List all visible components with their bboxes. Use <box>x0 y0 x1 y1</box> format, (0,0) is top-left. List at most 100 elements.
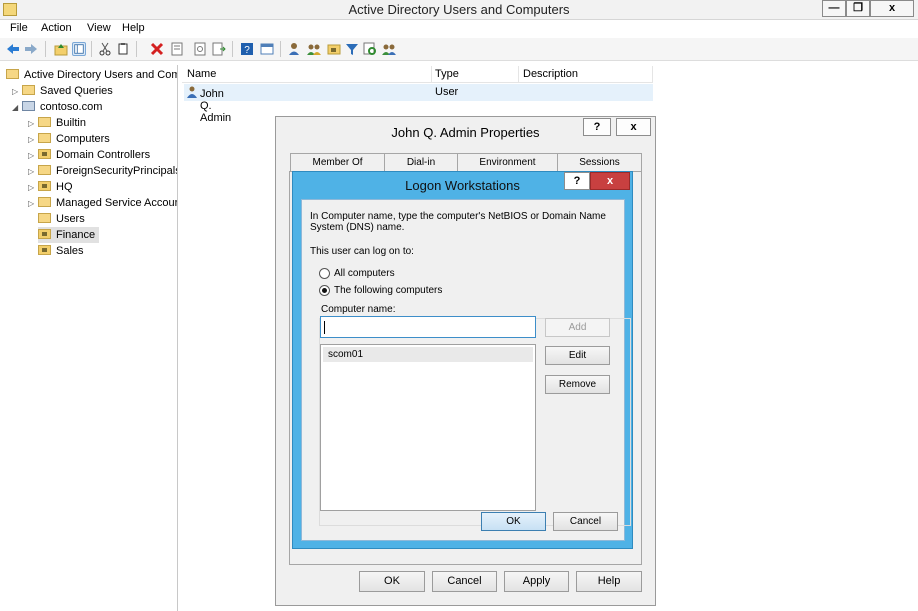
tree-item-managed-service-accounts[interactable]: ▷ Managed Service Accour <box>28 195 177 212</box>
tab-member-of[interactable]: Member Of <box>290 153 385 171</box>
console-tree: Active Directory Users and Com ▷ Saved Qu… <box>2 65 178 611</box>
properties-icon[interactable] <box>170 42 184 56</box>
column-header-description[interactable]: Description <box>523 68 578 80</box>
expand-arrow-icon[interactable]: ▷ <box>12 84 22 100</box>
folder-icon <box>22 85 35 95</box>
new-user-icon[interactable] <box>288 42 302 56</box>
list-item[interactable]: scom01 <box>323 347 533 362</box>
minimize-button[interactable]: — <box>822 0 846 17</box>
menu-view[interactable]: View <box>87 22 111 34</box>
add-to-group-icon[interactable] <box>382 42 396 56</box>
window-title: Active Directory Users and Computers <box>348 2 570 17</box>
radio-all-computers[interactable] <box>319 268 330 279</box>
ou-icon <box>38 149 51 159</box>
expand-arrow-icon[interactable]: ▷ <box>28 164 38 180</box>
tab-sessions[interactable]: Sessions <box>557 153 642 171</box>
properties-close-button[interactable]: x <box>616 118 651 136</box>
radio-all-computers-label[interactable]: All computers <box>334 268 395 279</box>
cut-icon[interactable] <box>98 42 112 56</box>
properties-ok-button[interactable]: OK <box>359 571 425 592</box>
close-button[interactable]: x <box>870 0 914 17</box>
column-header-name[interactable]: Name <box>187 68 216 80</box>
properties-apply-button[interactable]: Apply <box>504 571 569 592</box>
help-icon[interactable]: ? <box>240 42 254 56</box>
tree-item-hq[interactable]: ▷ HQ <box>28 179 73 195</box>
tree-item-users[interactable]: Users <box>38 211 85 227</box>
window-titlebar: Active Directory Users and Computers — ❐… <box>0 0 918 20</box>
row-name: John Q. Admin <box>200 88 232 124</box>
folder-icon <box>38 213 51 223</box>
tab-environment[interactable]: Environment <box>457 153 558 171</box>
tree-item-label: Saved Queries <box>40 85 113 97</box>
logon-cancel-button[interactable]: Cancel <box>553 512 618 531</box>
tree-item-label: Builtin <box>56 117 86 129</box>
tree-item-domain-controllers[interactable]: ▷ Domain Controllers <box>28 147 150 163</box>
forward-arrow-icon[interactable] <box>24 42 38 56</box>
tree-item-foreign-security-principals[interactable]: ▷ ForeignSecurityPrincipals <box>28 163 177 180</box>
tree-item-finance[interactable]: Finance <box>38 227 100 243</box>
toolbar-separator <box>91 41 92 57</box>
list-header: Name Type Description <box>182 66 653 83</box>
tree-item-domain[interactable]: ◢ contoso.com <box>12 99 102 115</box>
folder-icon <box>38 165 51 175</box>
logon-ok-button[interactable]: OK <box>481 512 546 531</box>
logon-help-button[interactable]: ? <box>564 172 590 190</box>
tree-item-sales[interactable]: Sales <box>38 243 84 259</box>
tree-item-label: Users <box>56 213 85 225</box>
column-divider[interactable] <box>652 66 653 83</box>
new-ou-icon[interactable] <box>327 42 341 56</box>
radio-following-computers-label[interactable]: The following computers <box>334 285 446 296</box>
copy-icon[interactable] <box>116 42 130 56</box>
expand-arrow-icon[interactable]: ▷ <box>28 132 38 148</box>
expand-arrow-icon[interactable]: ▷ <box>28 148 38 164</box>
toolbar-separator <box>232 41 233 57</box>
table-row[interactable]: John Q. Admin User <box>184 84 653 124</box>
row-name-cell: John Q. Admin <box>187 86 231 124</box>
collapse-arrow-icon[interactable]: ◢ <box>12 100 22 116</box>
edit-button[interactable]: Edit <box>545 346 610 365</box>
expand-arrow-icon[interactable]: ▷ <box>28 196 38 212</box>
tab-dial-in[interactable]: Dial-in <box>384 153 458 171</box>
new-group-icon[interactable] <box>307 42 321 56</box>
menu-help[interactable]: Help <box>122 22 145 34</box>
toolbar-separator <box>45 41 46 57</box>
ou-icon <box>38 229 51 239</box>
tree-item-saved-queries[interactable]: ▷ Saved Queries <box>12 83 113 99</box>
delete-icon[interactable] <box>150 42 164 56</box>
tree-item-label: Finance <box>56 229 96 241</box>
show-console-tree-icon[interactable] <box>72 42 86 56</box>
up-folder-icon[interactable] <box>54 42 68 56</box>
column-divider[interactable] <box>431 66 432 83</box>
remove-button[interactable]: Remove <box>545 375 610 394</box>
tree-item-root[interactable]: Active Directory Users and Com <box>6 67 177 83</box>
console-view-icon[interactable] <box>260 42 274 56</box>
column-divider[interactable] <box>518 66 519 83</box>
add-button[interactable]: Add <box>545 318 610 337</box>
menu-action[interactable]: Action <box>41 22 72 34</box>
logon-close-button[interactable]: x <box>590 172 630 190</box>
user-icon <box>187 86 197 98</box>
radio-following-computers[interactable] <box>319 285 330 296</box>
properties-help-bottom-button[interactable]: Help <box>576 571 642 592</box>
export-list-icon[interactable] <box>212 42 226 56</box>
computer-name-label: Computer name: <box>321 304 396 315</box>
menu-bar: File Action View Help <box>0 20 918 38</box>
expand-arrow-icon[interactable]: ▷ <box>28 180 38 196</box>
restore-button[interactable]: ❐ <box>846 0 870 17</box>
tree-item-label: Sales <box>56 245 84 257</box>
back-arrow-icon[interactable] <box>6 42 20 56</box>
tree-item-computers[interactable]: ▷ Computers <box>28 131 110 147</box>
properties-help-button[interactable]: ? <box>583 118 611 136</box>
refresh-icon[interactable] <box>193 42 207 56</box>
workstations-list[interactable]: scom01 <box>320 344 536 511</box>
tree-item-builtin[interactable]: ▷ Builtin <box>28 115 86 131</box>
filter-icon[interactable] <box>345 42 359 56</box>
find-icon[interactable] <box>363 42 377 56</box>
properties-cancel-button[interactable]: Cancel <box>432 571 497 592</box>
menu-file[interactable]: File <box>10 22 28 34</box>
can-logon-label: This user can log on to: <box>310 246 414 257</box>
toolbar-separator <box>136 41 137 57</box>
column-header-type[interactable]: Type <box>435 68 459 80</box>
expand-arrow-icon[interactable]: ▷ <box>28 116 38 132</box>
computer-name-input[interactable] <box>320 316 536 338</box>
